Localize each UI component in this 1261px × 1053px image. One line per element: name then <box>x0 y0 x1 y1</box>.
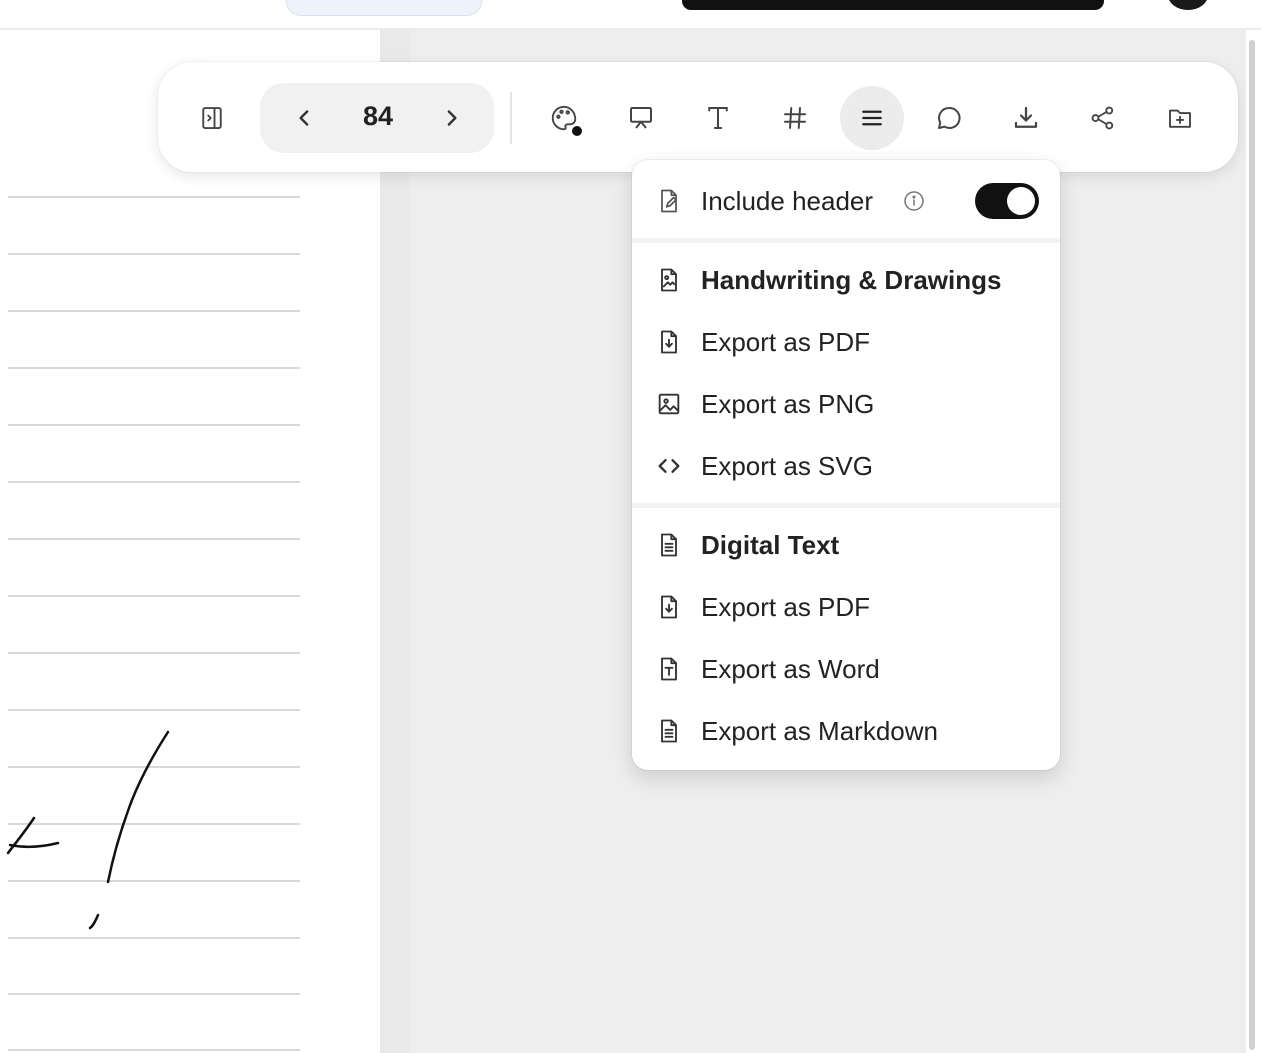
ruled-line <box>8 310 300 312</box>
include-header-toggle[interactable] <box>975 183 1039 219</box>
menu-item-label: Export as PDF <box>701 326 871 357</box>
menu-item-label: Export as Word <box>701 653 880 684</box>
speech-bubble-icon[interactable] <box>917 86 981 150</box>
file-image-icon <box>654 265 684 295</box>
toolbar-divider <box>510 92 512 144</box>
section-title: Handwriting & Drawings <box>701 264 1002 295</box>
export-digital-word[interactable]: Export as Word <box>632 641 1060 697</box>
export-digital-pdf[interactable]: Export as PDF <box>632 579 1060 635</box>
share-icon[interactable] <box>1071 86 1135 150</box>
menu-item-label: Export as PNG <box>701 388 875 419</box>
hashtag-icon[interactable] <box>763 86 827 150</box>
ruled-line <box>8 595 300 597</box>
page-edge <box>380 30 410 1053</box>
scrollbar[interactable] <box>1249 40 1255 1050</box>
export-handwriting-svg[interactable]: Export as SVG <box>632 438 1060 494</box>
file-lines-icon <box>654 716 684 746</box>
menu-item-label: Export as PDF <box>701 591 871 622</box>
palette-color-dot <box>572 126 582 136</box>
include-header-row[interactable]: Include header <box>632 173 1060 229</box>
file-edit-icon <box>654 186 684 216</box>
ruled-line <box>8 367 300 369</box>
hamburger-menu-icon[interactable] <box>840 86 904 150</box>
ruled-line <box>8 424 300 426</box>
file-lines-icon <box>654 530 684 560</box>
export-handwriting-pdf[interactable]: Export as PDF <box>632 314 1060 370</box>
info-icon[interactable] <box>902 189 926 213</box>
ruled-line <box>8 652 300 654</box>
section-header-digital-text: Digital Text <box>632 517 1060 573</box>
image-icon <box>654 389 684 419</box>
code-brackets-icon <box>654 451 684 481</box>
top-tab-pill[interactable] <box>286 0 482 16</box>
export-menu: Include header Handwriting & Drawings Ex… <box>632 160 1060 770</box>
ruled-line <box>8 481 300 483</box>
page-number[interactable]: 84 <box>342 101 414 132</box>
ruled-line <box>8 196 300 198</box>
handwriting-strokes <box>6 730 170 930</box>
palette-icon[interactable] <box>532 86 596 150</box>
export-digital-markdown[interactable]: Export as Markdown <box>632 703 1060 759</box>
ruled-line <box>8 1049 300 1051</box>
ruled-line <box>8 709 300 711</box>
section-header-handwriting: Handwriting & Drawings <box>632 252 1060 308</box>
page-toolbar: 84 <box>158 62 1238 172</box>
include-header-label: Include header <box>701 185 874 216</box>
chevron-left-icon[interactable] <box>280 93 330 143</box>
export-handwriting-png[interactable]: Export as PNG <box>632 376 1060 432</box>
menu-divider <box>632 503 1060 508</box>
menu-divider <box>632 238 1060 243</box>
menu-item-label: Export as SVG <box>701 450 873 481</box>
ruled-line <box>8 538 300 540</box>
chevron-right-icon[interactable] <box>426 93 476 143</box>
app-window: 84 Include header Handwriting & Drawings… <box>0 0 1261 1053</box>
text-icon[interactable] <box>686 86 750 150</box>
toggle-knob <box>1007 187 1035 215</box>
presentation-icon[interactable] <box>609 86 673 150</box>
page-navigator: 84 <box>260 83 494 153</box>
download-icon[interactable] <box>994 86 1058 150</box>
sidebar-panel-icon[interactable] <box>180 86 244 150</box>
section-title: Digital Text <box>701 529 840 560</box>
file-download-icon <box>654 327 684 357</box>
file-text-icon <box>654 654 684 684</box>
top-dark-bar <box>682 0 1104 10</box>
ruled-line <box>8 253 300 255</box>
menu-item-label: Export as Markdown <box>701 715 938 746</box>
ruled-line <box>8 993 300 995</box>
folder-plus-icon[interactable] <box>1148 86 1212 150</box>
top-avatar[interactable] <box>1168 0 1208 10</box>
file-download-icon <box>654 592 684 622</box>
